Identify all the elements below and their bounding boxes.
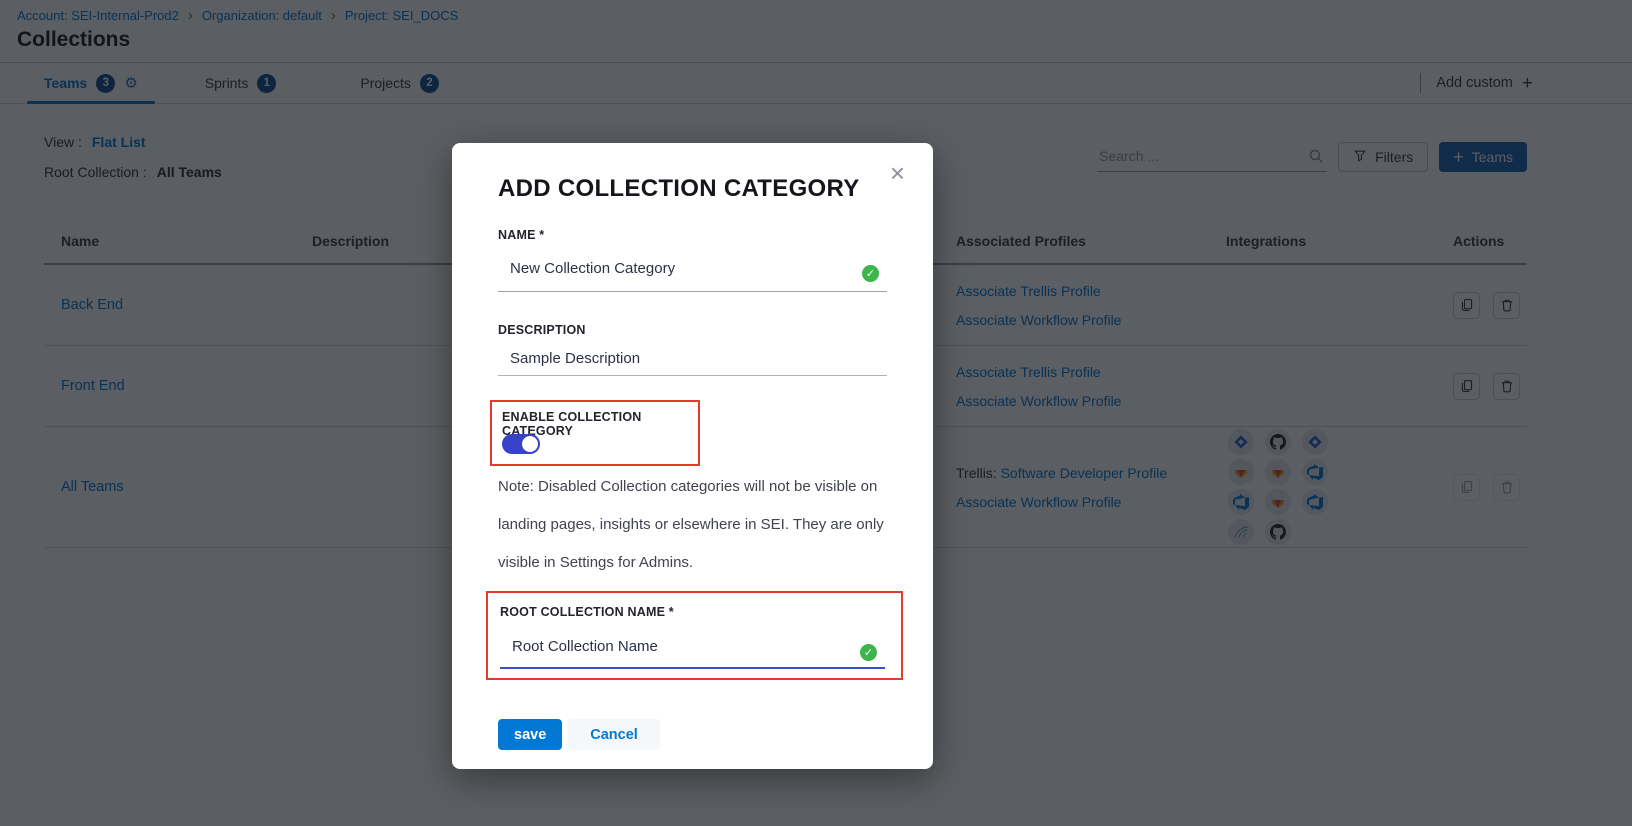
- close-icon[interactable]: ×: [884, 159, 911, 187]
- disabled-categories-note: Note: Disabled Collection categories wil…: [498, 468, 893, 582]
- root-collection-name-field: ✓: [500, 628, 885, 669]
- enable-collection-category-toggle[interactable]: [502, 434, 540, 454]
- description-field: [498, 342, 887, 376]
- description-input[interactable]: [498, 342, 887, 376]
- cancel-button[interactable]: Cancel: [568, 719, 660, 750]
- toggle-knob: [522, 436, 538, 452]
- modal-title: ADD COLLECTION CATEGORY: [498, 175, 887, 203]
- modal-actions: save Cancel: [498, 719, 887, 750]
- save-button[interactable]: save: [498, 719, 562, 750]
- add-collection-category-modal: × ADD COLLECTION CATEGORY NAME * ✓ DESCR…: [452, 143, 933, 769]
- name-field-label: NAME *: [498, 228, 887, 242]
- annotation-box-root-collection-name: ROOT COLLECTION NAME * ✓: [486, 591, 903, 680]
- valid-check-icon: ✓: [862, 265, 879, 282]
- note-line: visible in Settings for Admins.: [498, 544, 893, 582]
- name-input[interactable]: [498, 250, 887, 292]
- name-field: ✓: [498, 250, 887, 292]
- note-line: Note: Disabled Collection categories wil…: [498, 468, 893, 506]
- root-collection-name-label: ROOT COLLECTION NAME *: [500, 605, 885, 619]
- enable-collection-category-label: ENABLE COLLECTION CATEGORY: [502, 410, 688, 424]
- valid-check-icon: ✓: [860, 644, 877, 661]
- description-field-label: DESCRIPTION: [498, 323, 887, 337]
- note-line: landing pages, insights or elsewhere in …: [498, 506, 893, 544]
- annotation-box-enable-category: ENABLE COLLECTION CATEGORY: [490, 400, 700, 466]
- root-collection-name-input[interactable]: [500, 628, 885, 669]
